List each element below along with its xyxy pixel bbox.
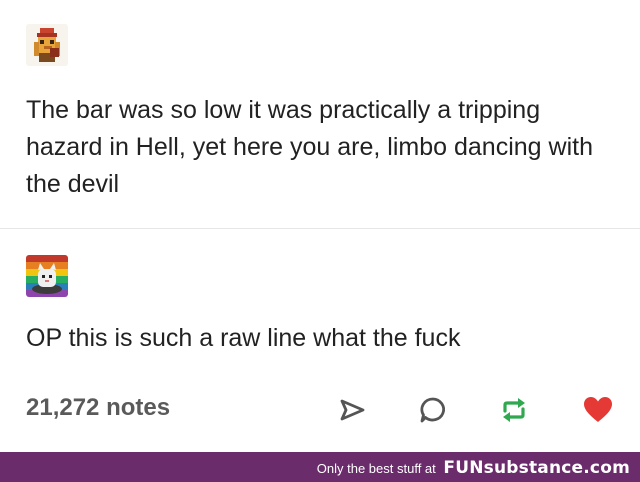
avatar-op[interactable] (26, 24, 68, 66)
banner-text: Only the best stuff at FUNsubstance.com (317, 458, 630, 478)
reblog-icon (503, 398, 525, 422)
cat-roomba-avatar-icon (26, 255, 68, 297)
reply-icon (420, 397, 445, 423)
reply-divider (0, 228, 640, 229)
avatar-reblogger[interactable] (26, 255, 68, 297)
like-button[interactable] (580, 392, 616, 428)
reply-button[interactable] (415, 392, 451, 428)
post-footer: 21,272 notes (0, 386, 640, 434)
watermark-banner: Only the best stuff at FUNsubstance.com (0, 452, 640, 482)
banner-brand: FUNsubstance.com (443, 458, 630, 478)
notes-count[interactable]: 21,272 notes (26, 394, 170, 422)
post-body-text: The bar was so low it was practically a … (26, 96, 593, 198)
reblog-button[interactable] (496, 392, 532, 428)
share-button[interactable] (334, 392, 370, 428)
reply-text: OP this is such a raw line what the fuck (26, 324, 461, 352)
heart-icon (584, 397, 612, 422)
pixel-character-avatar-icon (26, 24, 68, 66)
share-icon (340, 399, 365, 421)
banner-tagline: Only the best stuff at (316, 461, 436, 476)
